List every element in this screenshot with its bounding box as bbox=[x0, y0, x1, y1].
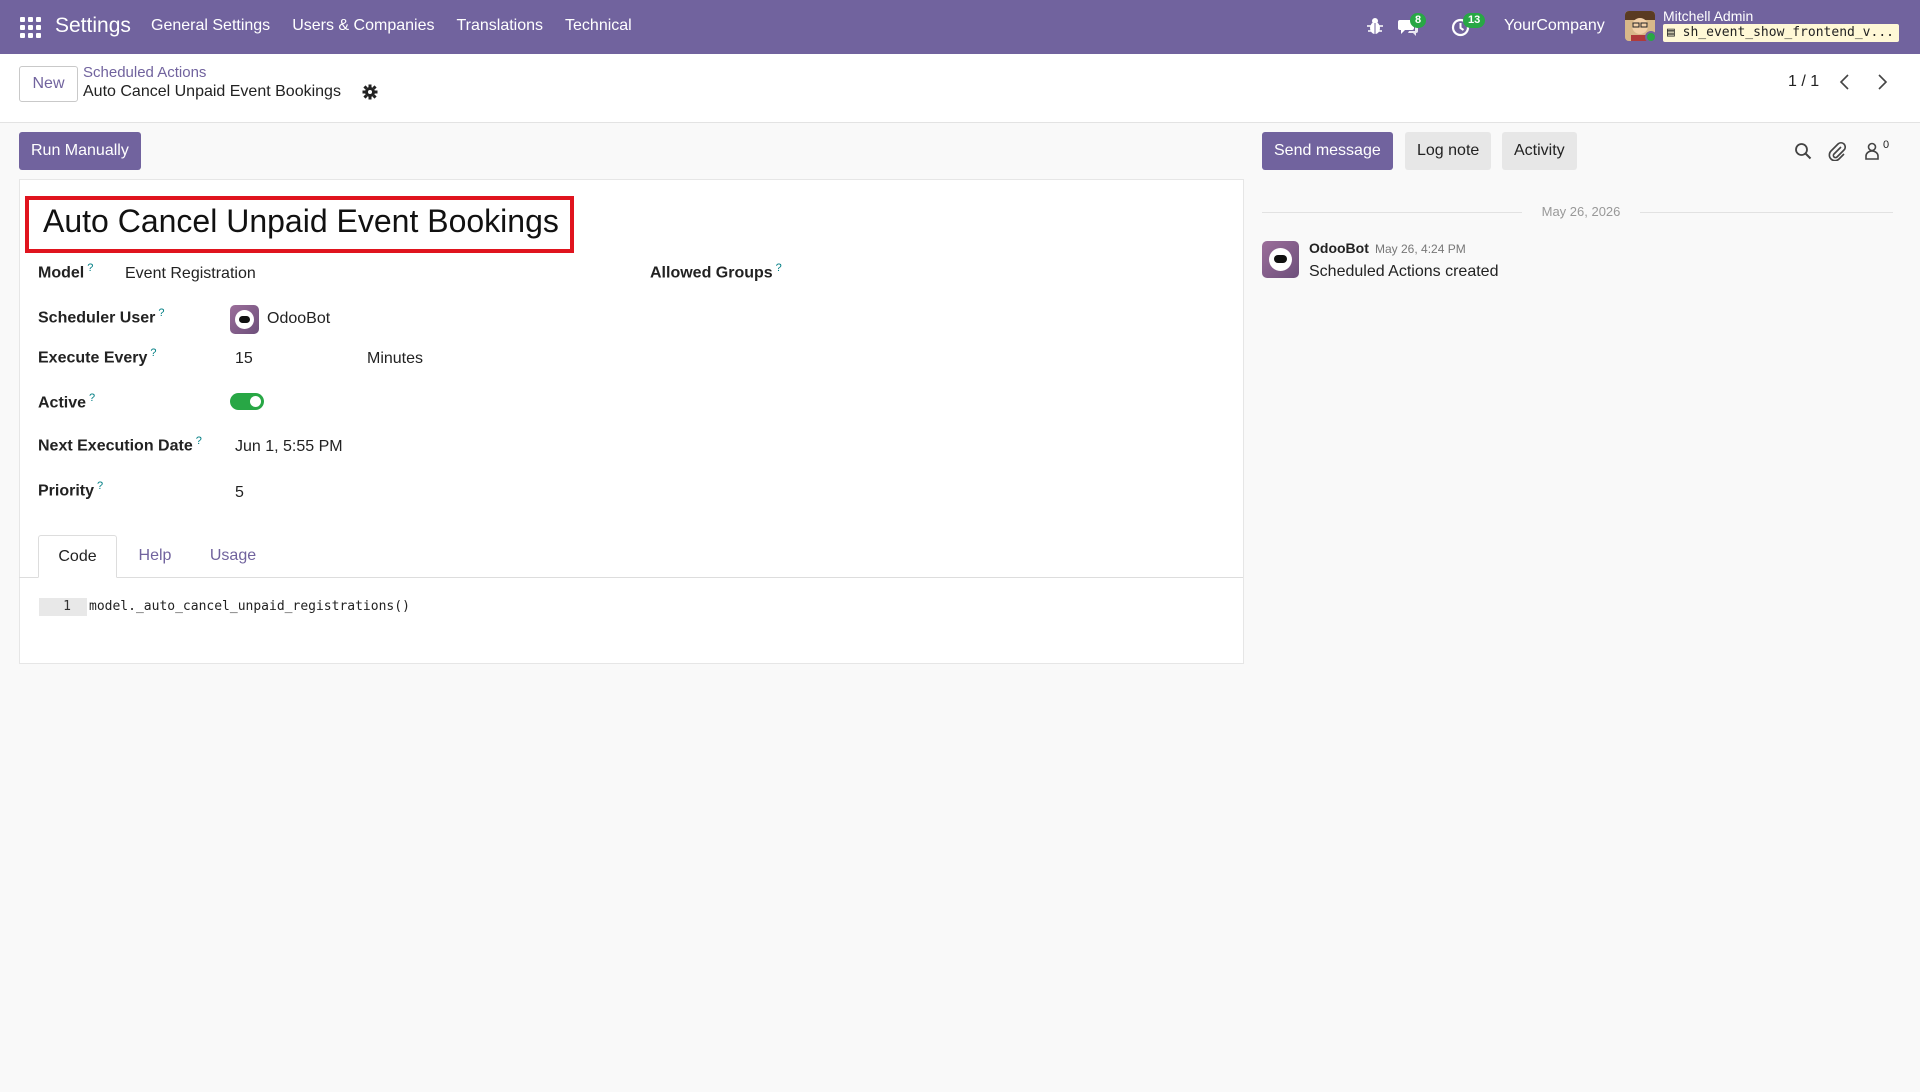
chatter-date-separator: May 26, 2026 bbox=[1262, 204, 1893, 220]
menu-users-companies[interactable]: Users & Companies bbox=[292, 17, 434, 35]
tab-usage[interactable]: Usage bbox=[202, 535, 264, 578]
follower-count: 0 bbox=[1883, 139, 1890, 151]
priority-label: Priority? bbox=[38, 480, 104, 500]
allowed-groups-label: Allowed Groups? bbox=[650, 262, 782, 282]
pager-value[interactable]: 1 / 1 bbox=[1788, 73, 1819, 91]
message-author-avatar[interactable] bbox=[1262, 241, 1299, 278]
priority-field[interactable]: 5 bbox=[235, 484, 244, 502]
record-title[interactable]: Auto Cancel Unpaid Event Bookings bbox=[43, 203, 559, 240]
menu-translations[interactable]: Translations bbox=[456, 17, 543, 35]
main-menu: General Settings Users & Companies Trans… bbox=[151, 17, 632, 35]
new-button[interactable]: New bbox=[19, 66, 78, 102]
run-manually-button[interactable]: Run Manually bbox=[19, 132, 141, 170]
breadcrumb-current: Auto Cancel Unpaid Event Bookings bbox=[83, 83, 341, 100]
database-icon: ▤ bbox=[1667, 25, 1675, 40]
model-label: Model? bbox=[38, 262, 94, 282]
active-label: Active? bbox=[38, 392, 96, 412]
chevron-right-icon[interactable] bbox=[1873, 71, 1891, 93]
menu-general-settings[interactable]: General Settings bbox=[151, 17, 270, 35]
tab-help[interactable]: Help bbox=[131, 535, 179, 578]
tab-code[interactable]: Code bbox=[38, 535, 117, 578]
paperclip-icon[interactable] bbox=[1828, 141, 1846, 161]
message-body: Scheduled Actions created bbox=[1309, 263, 1499, 280]
database-name: ▤ sh_event_show_frontend_v... bbox=[1663, 24, 1899, 42]
log-note-button[interactable]: Log note bbox=[1405, 132, 1492, 170]
date-separator-label: May 26, 2026 bbox=[1541, 204, 1621, 219]
apps-grid-icon[interactable] bbox=[20, 17, 41, 38]
follower-icon[interactable] bbox=[1864, 142, 1880, 160]
scheduler-user-field[interactable]: OdooBot bbox=[267, 310, 330, 328]
app-name[interactable]: Settings bbox=[55, 14, 131, 38]
breadcrumb-parent[interactable]: Scheduled Actions bbox=[83, 64, 206, 81]
scheduler-user-label: Scheduler User? bbox=[38, 307, 165, 327]
execute-every-label: Execute Every? bbox=[38, 347, 157, 367]
code-line-number: 1 bbox=[39, 598, 87, 616]
online-status-dot bbox=[1645, 31, 1657, 43]
chat-badge: 8 bbox=[1410, 13, 1427, 28]
activity-button[interactable]: Activity bbox=[1502, 132, 1577, 170]
user-name[interactable]: Mitchell Admin bbox=[1663, 8, 1753, 24]
bug-icon[interactable] bbox=[1367, 17, 1383, 35]
odoobot-avatar bbox=[230, 305, 259, 334]
next-execution-date-label: Next Execution Date? bbox=[38, 435, 202, 455]
message-author[interactable]: OdooBot bbox=[1309, 240, 1369, 256]
model-field[interactable]: Event Registration bbox=[125, 265, 256, 283]
chevron-left-icon[interactable] bbox=[1836, 71, 1854, 93]
message-date: May 26, 4:24 PM bbox=[1375, 242, 1466, 256]
gear-icon[interactable] bbox=[362, 84, 378, 100]
active-toggle[interactable] bbox=[230, 393, 264, 410]
control-panel: New Scheduled Actions Auto Cancel Unpaid… bbox=[0, 54, 1920, 123]
send-message-button[interactable]: Send message bbox=[1262, 132, 1393, 170]
database-label: sh_event_show_frontend_v... bbox=[1682, 25, 1894, 40]
activity-badge: 13 bbox=[1463, 13, 1486, 28]
top-navbar: Settings General Settings Users & Compan… bbox=[0, 0, 1920, 54]
search-icon[interactable] bbox=[1794, 142, 1812, 160]
next-execution-date-field[interactable]: Jun 1, 5:55 PM bbox=[235, 438, 343, 456]
menu-technical[interactable]: Technical bbox=[565, 17, 632, 35]
company-switcher[interactable]: YourCompany bbox=[1504, 17, 1605, 35]
notebook-tabs: Code Help Usage bbox=[19, 535, 1243, 578]
interval-unit-field[interactable]: Minutes bbox=[367, 350, 423, 368]
code-editor-line[interactable]: model._auto_cancel_unpaid_registrations(… bbox=[89, 598, 410, 616]
execute-every-field[interactable]: 15 bbox=[235, 350, 253, 368]
